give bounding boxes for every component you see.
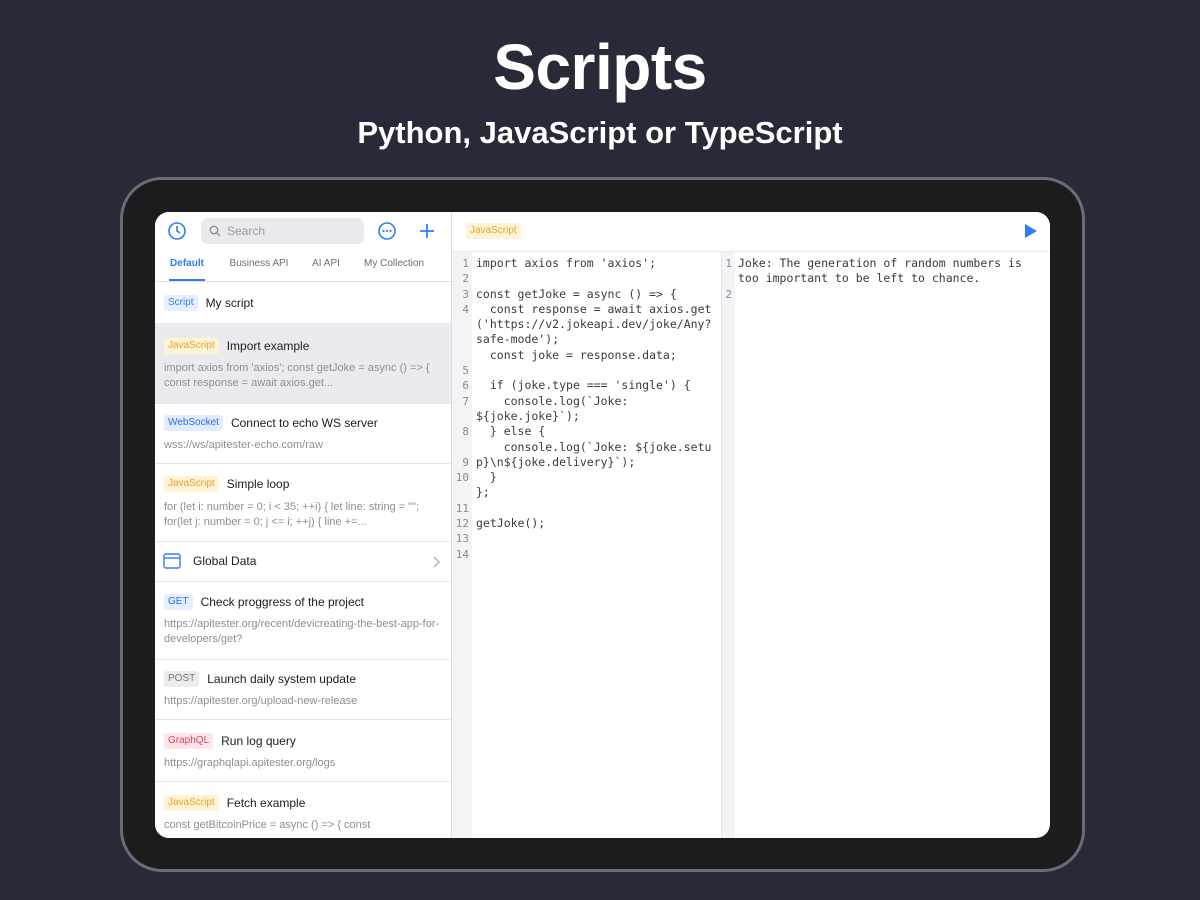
- search-input[interactable]: Search: [201, 218, 364, 244]
- language-badge[interactable]: JavaScript: [466, 223, 521, 239]
- item-subtitle: import axios from 'axios'; const getJoke…: [164, 362, 430, 389]
- search-icon: [209, 225, 221, 237]
- code-line: getJoke();: [476, 516, 546, 531]
- item-title: Simple loop: [226, 477, 290, 491]
- item-title: Run log query: [221, 734, 296, 748]
- app-screen: Search Default Business API AI API My Co…: [155, 212, 1050, 838]
- global-data-item[interactable]: Global Data: [155, 542, 451, 582]
- collection-tabs: Default Business API AI API My Collectio…: [155, 252, 451, 282]
- item-subtitle: for (let i: number = 0; i < 35; ++i) { l…: [164, 501, 420, 528]
- chevron-right-icon: [433, 556, 440, 568]
- tab-business-api[interactable]: Business API: [225, 252, 293, 281]
- list-item[interactable]: GraphQL Run log query https://graphqlapi…: [155, 720, 451, 782]
- script-badge: Script: [164, 295, 198, 311]
- history-icon[interactable]: [166, 220, 188, 242]
- language-badge: JavaScript: [164, 476, 219, 492]
- item-subtitle: https://apitester.org/upload-new-release: [164, 695, 358, 707]
- language-badge: JavaScript: [164, 338, 219, 354]
- item-title: Launch daily system update: [207, 672, 356, 686]
- item-subtitle: https://graphqlapi.apitester.org/logs: [164, 757, 336, 769]
- hero-subtitle: Python, JavaScript or TypeScript: [357, 115, 843, 150]
- output-gutter: 1 2: [721, 252, 735, 838]
- list-item[interactable]: JavaScript Simple loop for (let i: numbe…: [155, 464, 451, 542]
- item-title: Check proggress of the project: [200, 595, 364, 609]
- item-subtitle: const getBitcoinPrice = async () => { co…: [164, 819, 371, 831]
- list-item[interactable]: JavaScript Import example import axios f…: [155, 324, 451, 404]
- hero-title: Scripts: [493, 31, 707, 103]
- output-panel: Joke: The generation of random numbers i…: [738, 252, 1043, 287]
- output-line: Joke: The generation of random numbers i…: [738, 256, 1029, 286]
- method-badge: POST: [164, 671, 200, 687]
- item-title: Fetch example: [226, 796, 306, 810]
- tab-ai-api[interactable]: AI API: [309, 252, 343, 281]
- tab-my-collection[interactable]: My Collection: [359, 252, 429, 281]
- code-editor[interactable]: import axios from 'axios'; const getJoke…: [476, 252, 720, 531]
- more-icon[interactable]: [376, 220, 398, 242]
- code-line: if (joke.type === 'single') {: [476, 378, 691, 393]
- language-badge: JavaScript: [164, 795, 219, 811]
- item-subtitle: https://apitester.org/recent/devicreatin…: [164, 618, 440, 645]
- code-gutter: 1234 567 8 9 10 11 12 13 14: [452, 252, 472, 838]
- run-icon[interactable]: [1024, 223, 1038, 239]
- list-item[interactable]: Script My script: [155, 282, 451, 324]
- window-icon: [163, 553, 181, 569]
- tab-default[interactable]: Default: [169, 252, 205, 281]
- editor-toolbar: JavaScript: [452, 212, 1050, 252]
- code-line: console.log(`Joke: ${joke.setup}\n${joke…: [476, 439, 712, 469]
- item-title: Import example: [226, 339, 310, 353]
- item-title: Global Data: [193, 554, 257, 568]
- websocket-badge: WebSocket: [164, 415, 223, 431]
- item-title: Connect to echo WS server: [230, 416, 378, 430]
- list-item[interactable]: WebSocket Connect to echo WS server wss:…: [155, 404, 451, 464]
- graphql-badge: GraphQL: [164, 733, 214, 749]
- code-line: const joke = response.data;: [476, 347, 677, 362]
- code-line: };: [476, 485, 490, 500]
- code-line: import axios from 'axios';: [476, 256, 657, 270]
- code-line: const getJoke = async () => {: [476, 286, 677, 301]
- code-line: const response = await axios.get('https:…: [476, 301, 712, 347]
- sidebar: Search Default Business API AI API My Co…: [155, 212, 452, 838]
- sidebar-header: Search Default Business API AI API My Co…: [155, 212, 451, 282]
- add-icon[interactable]: [416, 220, 438, 242]
- method-badge: GET: [164, 594, 193, 610]
- code-line: console.log(`Joke: ${joke.joke}`);: [476, 393, 636, 423]
- code-line: }: [476, 470, 497, 485]
- search-placeholder: Search: [227, 224, 266, 238]
- item-title: My script: [205, 296, 254, 310]
- item-subtitle: wss://ws/apitester-echo.com/raw: [164, 439, 323, 451]
- list-item[interactable]: JavaScript Fetch example const getBitcoi…: [155, 782, 451, 838]
- list-item[interactable]: GET Check proggress of the project https…: [155, 582, 451, 660]
- code-line: } else {: [476, 424, 546, 439]
- list-item[interactable]: POST Launch daily system update https://…: [155, 660, 451, 720]
